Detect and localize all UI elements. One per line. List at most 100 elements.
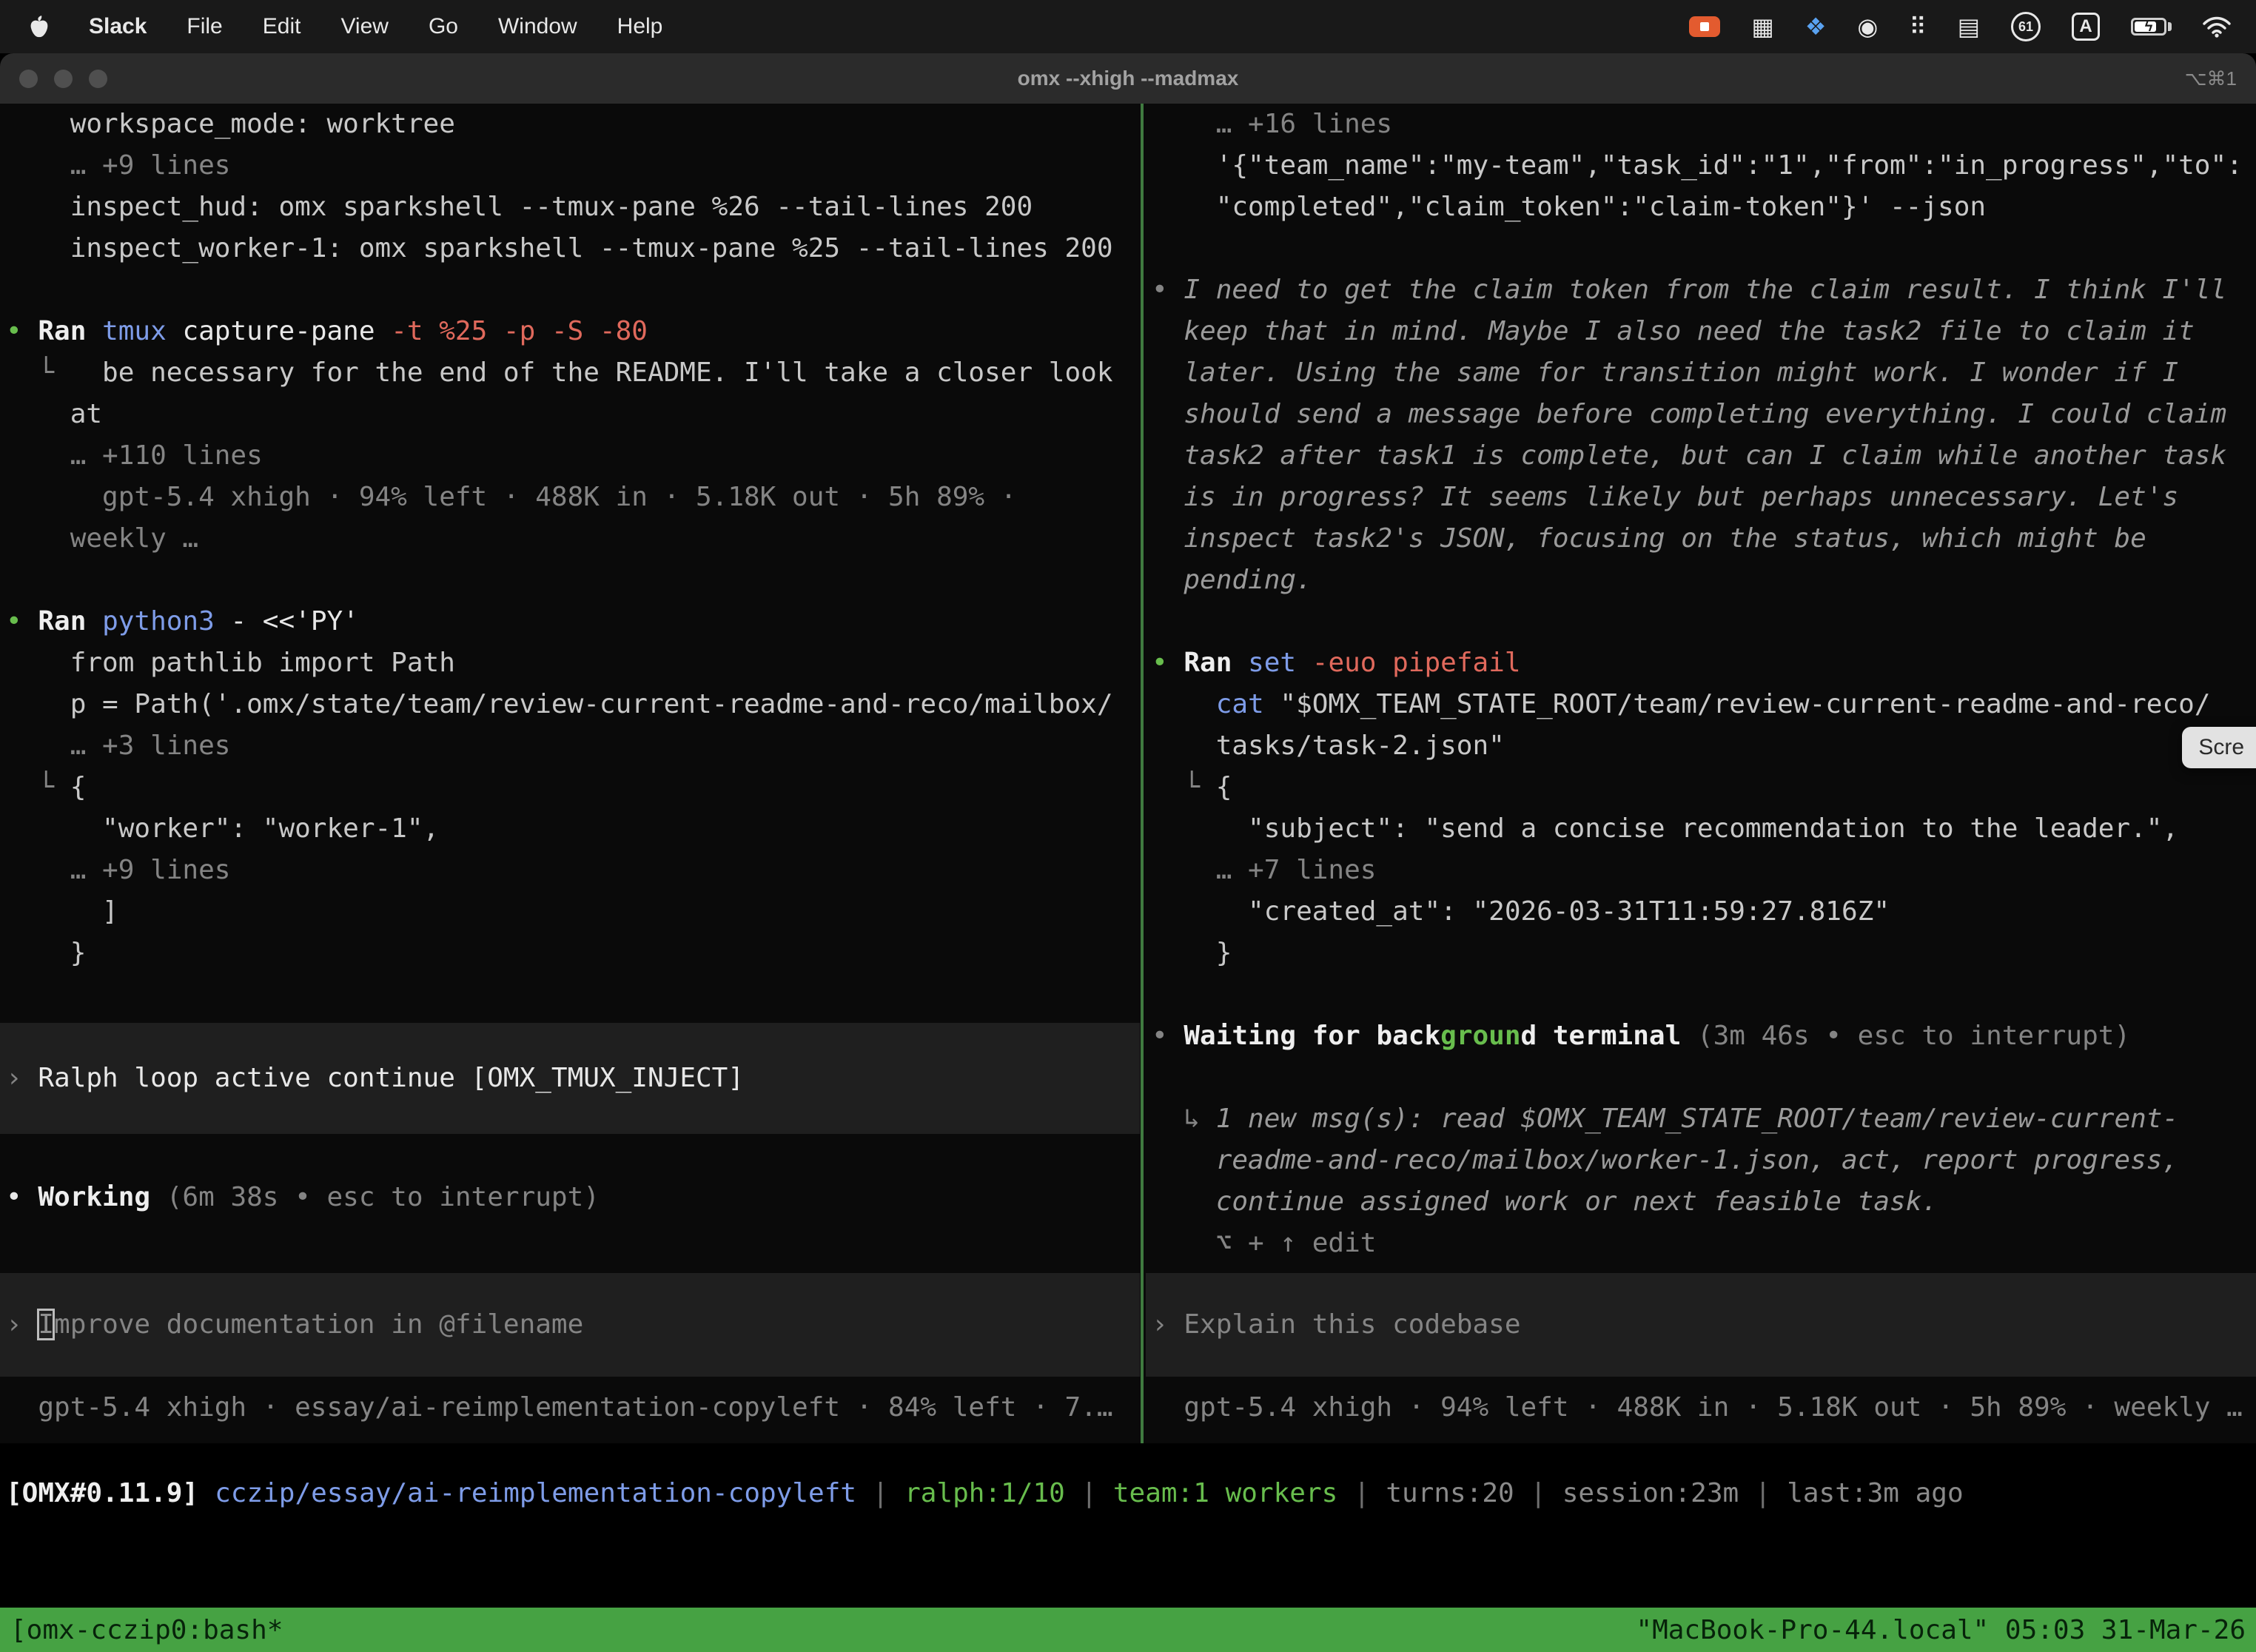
terminal-line: … +9 lines [0,850,1140,891]
terminal-line: └ { [1146,767,2256,808]
tmux-pane-left[interactable]: workspace_mode: worktree … +9 lines insp… [0,104,1140,1428]
text-segment: └ [1152,772,1216,802]
text-segment: '{"team_name":"my-team","task_id":"1","f… [1152,150,2243,181]
terminal-line: } [1146,933,2256,974]
text-segment: is in progress? It seems likely but perh… [1152,482,2178,512]
terminal-line: p = Path('.omx/state/team/review-current… [0,684,1140,725]
terminal-line: • Ran python3 - <<'PY' [0,601,1140,642]
prompt-input-text: › Explain this codebase [1146,1304,1521,1346]
omx-last-activity: last:3m ago [1787,1478,1963,1508]
text-segment: • [1152,275,1184,305]
terminal-line: … +3 lines [0,725,1140,767]
terminal-line: inspect_hud: omx sparkshell --tmux-pane … [0,187,1140,228]
screen-recording-indicator-icon[interactable] [1689,16,1720,37]
text-segment: capture-pane [182,316,391,346]
text-segment: - <<'PY' [230,606,358,637]
text-segment: › [6,1309,38,1340]
text-segment: "$OMX_TEAM_STATE_ROOT/team/review-curren… [1280,689,2210,719]
tmux-pane-right[interactable]: … +16 lines '{"team_name":"my-team","tas… [1146,104,2256,1428]
text-segment: "subject": "send a concise recommendatio… [1152,813,2178,844]
prompt-input-band[interactable]: › Explain this codebase [1146,1273,2256,1377]
charging-bolt-icon: ϟ [2133,19,2164,36]
text-segment: ⌥ + ↑ edit [1152,1228,1376,1258]
separator: | [1065,1478,1113,1508]
menubar-item-help[interactable]: Help [617,14,663,39]
window-grid-icon[interactable]: ▦ [1751,13,1773,41]
text-segment: Ran [38,316,102,346]
input-source-icon[interactable]: A [2072,13,2100,41]
text-segment: … +3 lines [6,731,230,761]
zoom-button[interactable] [89,70,107,88]
text-segment: Ran [38,606,102,637]
text-segment: • [6,1182,38,1212]
prompt-input-text: › Improve documentation in @filename [0,1304,583,1346]
text-segment: weekly … [6,523,198,554]
terminal-line: … +7 lines [1146,850,2256,891]
terminal-line [1146,228,2256,269]
terminal-line: └ { [0,767,1140,808]
terminal-line [1146,974,2256,1015]
terminal-line: "subject": "send a concise recommendatio… [1146,808,2256,850]
dots-grid-icon[interactable]: ⠿ [1909,13,1926,41]
battery-body: ϟ [2131,18,2166,36]
terminal-line: • Ran tmux capture-pane -t %25 -p -S -80 [0,311,1140,352]
text-segment: Working [38,1182,166,1212]
circle-app-icon[interactable]: ◉ [1857,13,1878,41]
text-segment: Waiting for back [1184,1021,1440,1051]
text-segment: pending. [1152,565,1312,595]
terminal-line: } [0,933,1140,974]
menubar-item-file[interactable]: File [187,14,222,39]
terminal-line: ⌥ + ↑ edit [1146,1223,2256,1264]
text-segment: "created_at": "2026-03-31T11:59:27.816Z" [1152,896,1890,927]
gauge-badge-icon[interactable]: 61 [2011,12,2041,41]
text-segment: } [1152,938,1232,968]
menubar-item-view[interactable]: View [340,14,388,39]
text-segment: be necessary for the end of the README. … [102,357,1112,388]
text-segment: python3 [102,606,230,637]
menubar-item-go[interactable]: Go [429,14,458,39]
screen-notification-tooltip[interactable]: Scre [2182,727,2256,768]
text-segment: continue assigned work or next feasible … [1152,1186,1938,1217]
terminal-line: • Ran set -euo pipefail [1146,642,2256,684]
terminal-line: gpt-5.4 xhigh · 94% left · 488K in · 5.1… [1146,1387,2256,1428]
terminal-line: cat "$OMX_TEAM_STATE_ROOT/team/review-cu… [1146,684,2256,725]
menubar-item-window[interactable]: Window [498,14,577,39]
window-titlebar[interactable]: omx --xhigh --madmax ⌥⌘1 [0,53,2256,104]
separator: | [1514,1478,1562,1508]
terminal-line: later. Using the same for transition mig… [1146,352,2256,394]
omx-turns: turns:20 [1386,1478,1514,1508]
terminal-line: is in progress? It seems likely but perh… [1146,477,2256,518]
text-segment: … +110 lines [6,440,263,471]
prompt-input-band[interactable]: › Ralph loop active continue [OMX_TMUX_I… [0,1023,1140,1134]
text-segment: later. Using the same for transition mig… [1152,357,2178,388]
pane-divider[interactable] [1141,104,1144,1443]
omx-version: [OMX#0.11.9] [6,1478,198,1508]
terminal-line: from pathlib import Path [0,642,1140,684]
menubar-app-name[interactable]: Slack [89,14,147,39]
text-segment: groun [1440,1021,1520,1051]
wifi-icon[interactable] [2203,16,2231,38]
apple-menu-icon[interactable] [30,16,49,38]
text-segment: cat [1152,689,1280,719]
terminal-line: ] [0,891,1140,933]
minimize-button[interactable] [54,70,73,88]
traffic-lights [19,70,107,88]
terminal-line: workspace_mode: worktree [0,104,1140,145]
text-segment: I [38,1309,54,1340]
battery-charging-icon[interactable]: ϟ [2131,18,2172,36]
stats-icon[interactable]: ▤ [1958,13,1980,41]
close-button[interactable] [19,70,38,88]
terminal-content: workspace_mode: worktree … +9 lines insp… [0,104,2256,1443]
terminal-line: should send a message before completing … [1146,394,2256,435]
separator: | [856,1478,904,1508]
prompt-input-band[interactable]: › Improve documentation in @filename [0,1273,1140,1377]
text-segment: tasks/task-2.json" [1152,731,1505,761]
text-segment: Ralph loop active continue [OMX_TMUX_INJ… [38,1063,744,1093]
blue-app-icon[interactable]: ❖ [1805,13,1827,41]
tmux-host-and-clock: "MacBook-Pro-44.local" 05:03 31-Mar-26 [1636,1615,2246,1645]
terminal-line: pending. [1146,560,2256,601]
terminal-line: • Waiting for background terminal (3m 46… [1146,1015,2256,1057]
omx-project-path: cczip/essay/ai-reimplementation-copyleft [215,1478,856,1508]
text-segment: at [6,399,102,429]
menubar-item-edit[interactable]: Edit [263,14,301,39]
